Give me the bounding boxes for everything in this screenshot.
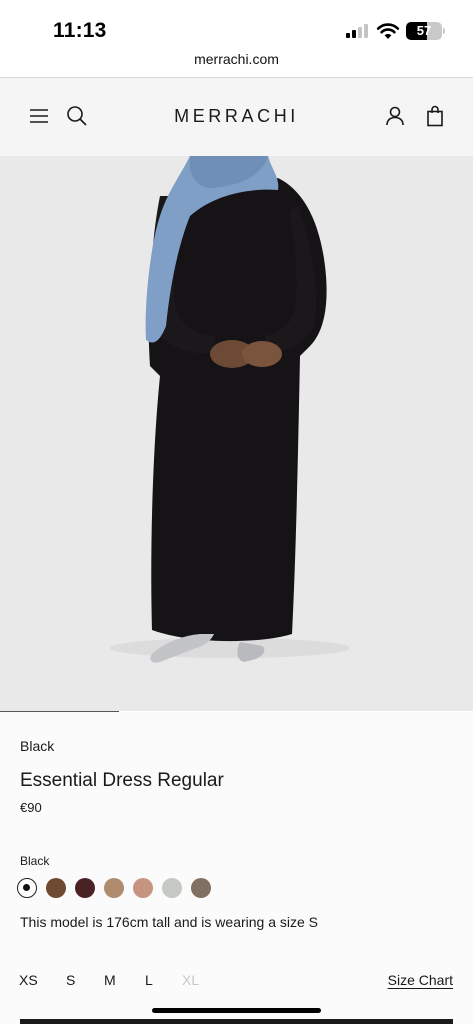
product-title: Essential Dress Regular: [20, 770, 224, 791]
signal-icon: [346, 24, 370, 38]
swatch-taupe[interactable]: [191, 878, 211, 898]
model-illustration: [110, 156, 350, 663]
address-bar[interactable]: merrachi.com: [0, 50, 473, 78]
account-icon[interactable]: [383, 104, 407, 128]
swatch-black[interactable]: [17, 878, 37, 898]
battery-icon: 57: [406, 22, 442, 40]
wifi-icon: [376, 23, 400, 39]
home-indicator[interactable]: [152, 1008, 321, 1013]
selected-color-label: Black: [20, 854, 50, 868]
bag-icon[interactable]: [423, 104, 447, 128]
status-bar: 11:13 57: [0, 0, 473, 50]
product-image[interactable]: [0, 156, 473, 711]
swatch-camel[interactable]: [104, 878, 124, 898]
size-option-xs[interactable]: XS: [19, 972, 38, 988]
size-option-s[interactable]: S: [66, 972, 75, 988]
url-text: merrachi.com: [194, 51, 279, 67]
model-size-note: This model is 176cm tall and is wearing …: [20, 914, 319, 930]
size-option-m[interactable]: M: [104, 972, 116, 988]
site-header: MERRACHI: [0, 78, 473, 156]
swatch-light-grey[interactable]: [162, 878, 182, 898]
battery-level: 57: [416, 23, 432, 38]
swatch-rose[interactable]: [133, 878, 153, 898]
product-color-label: Black: [20, 738, 55, 754]
swatch-brown[interactable]: [46, 878, 66, 898]
battery-cap: [443, 28, 445, 34]
add-to-bag-button[interactable]: [20, 1019, 453, 1024]
product-info: Black Essential Dress Regular €90 Black …: [0, 712, 473, 1024]
size-option-xl[interactable]: XL: [182, 972, 199, 988]
swatch-burgundy[interactable]: [75, 878, 95, 898]
product-price: €90: [20, 800, 42, 815]
size-option-l[interactable]: L: [145, 972, 153, 988]
status-time: 11:13: [53, 19, 107, 42]
size-chart-link[interactable]: Size Chart: [388, 972, 453, 988]
